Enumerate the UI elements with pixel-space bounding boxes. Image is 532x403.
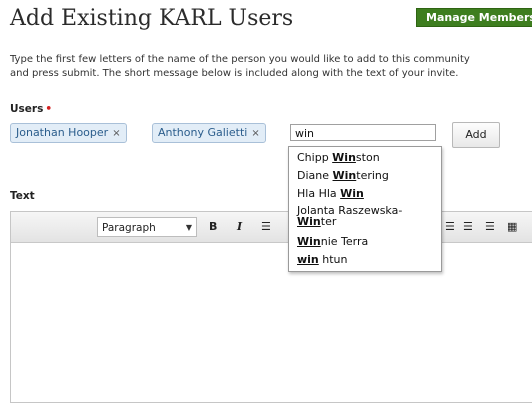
format-select[interactable]: Paragraph ▼ (97, 217, 197, 237)
intro-text: Type the first few letters of the name o… (10, 53, 532, 81)
format-select-value: Paragraph (102, 222, 156, 234)
remove-user-icon[interactable]: × (112, 128, 120, 139)
required-marker: • (45, 103, 53, 115)
manage-members-button[interactable]: Manage Members (416, 8, 532, 27)
user-search-input[interactable]: win (290, 124, 436, 141)
text-label: Text (10, 190, 35, 202)
autocomplete-item[interactable]: Hla Hla Win (297, 187, 364, 200)
users-label-text: Users (10, 103, 44, 115)
align-left-icon[interactable]: ☰ (445, 219, 455, 235)
user-chip-name: Jonathan Hooper (16, 126, 109, 139)
intro-line-1: Type the first few letters of the name o… (10, 54, 470, 65)
italic-icon[interactable]: I (237, 219, 242, 235)
user-chip-name: Anthony Galietti (158, 126, 248, 139)
align-center-icon[interactable]: ☰ (463, 219, 473, 235)
page-title: Add Existing KARL Users (10, 6, 294, 31)
user-chip-anthony-galietti: Anthony Galietti × (152, 123, 266, 143)
add-button[interactable]: Add (452, 122, 500, 148)
autocomplete-item[interactable]: Jolanta Raszewska- Winter (297, 205, 402, 227)
align-right-icon[interactable]: ☰ (485, 219, 495, 235)
autocomplete-item[interactable]: win htun (297, 253, 348, 266)
autocomplete-item[interactable]: Diane Wintering (297, 169, 389, 182)
bold-icon[interactable]: B (209, 219, 217, 235)
rich-text-editor[interactable]: Paragraph ▼ B I ☰ ☰ ☰ ☰ ▦ (10, 211, 532, 403)
autocomplete-item[interactable]: Winnie Terra (297, 235, 368, 248)
editor-toolbar: Paragraph ▼ B I ☰ ☰ ☰ ☰ ▦ (11, 212, 532, 243)
intro-line-2: and press submit. The short message belo… (10, 68, 459, 79)
remove-user-icon[interactable]: × (251, 128, 259, 139)
table-icon[interactable]: ▦ (507, 219, 517, 235)
autocomplete-dropdown: Chipp Winston Diane Wintering Hla Hla Wi… (288, 146, 442, 272)
user-chip-jonathan-hooper: Jonathan Hooper × (10, 123, 127, 143)
chevron-down-icon: ▼ (185, 223, 192, 232)
users-label: Users • (10, 103, 52, 115)
autocomplete-item[interactable]: Chipp Winston (297, 151, 380, 164)
list-icon[interactable]: ☰ (261, 219, 271, 235)
